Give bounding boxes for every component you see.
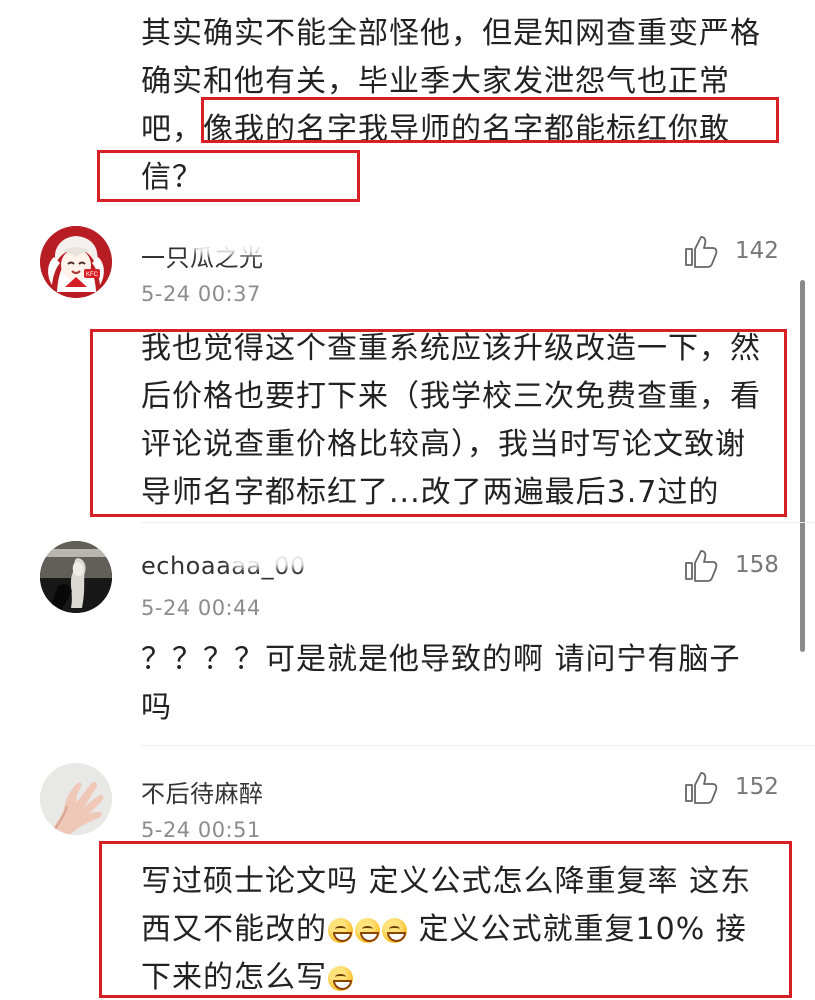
- dark-photo-avatar-icon: [40, 541, 112, 613]
- top-comment-highlight-text-1: 像我的名字我导师的名字都能标红你敢: [203, 112, 730, 147]
- comment-3-time: 5-24 00:51: [141, 818, 261, 842]
- divider-2: [141, 745, 815, 746]
- scrollbar[interactable]: [800, 280, 805, 652]
- comment-1-line-4: 导师名字都标红了...改了两遍最后3.7过的: [141, 475, 720, 510]
- comment-3-like-count: 152: [735, 774, 779, 800]
- comment-3-line-3: 下来的怎么写: [141, 954, 791, 1000]
- comment-1-line-2: 后价格也要打下来（我学校三次免费查重，看: [141, 379, 761, 414]
- comment-thread-screen: 其实确实不能全部怪他，但是知网查重变严格 确实和他有关，毕业季大家发泄怨气也正常…: [0, 0, 815, 1000]
- thumbs-up-icon: [685, 236, 718, 268]
- top-comment-line-3: 吧，像我的名字我导师的名字都能标红你敢: [141, 106, 791, 154]
- comment-1-body: 我也觉得这个查重系统应该升级改造一下，然 后价格也要打下来（我学校三次免费查重，…: [141, 325, 791, 517]
- divider-1: [141, 522, 815, 523]
- kfc-anime-avatar-icon: KFC: [40, 226, 112, 298]
- hand-photo-avatar-icon: [40, 763, 112, 835]
- avatar-dark-photo[interactable]: [40, 541, 112, 613]
- comment-3-line-1: 写过硕士论文吗 定义公式怎么降重复率 这东: [141, 864, 752, 899]
- comment-3-line-3-prefix: 下来的怎么写: [141, 960, 327, 995]
- comment-3-like-button[interactable]: 152: [682, 769, 779, 805]
- top-comment-line-2: 确实和他有关，毕业季大家发泄怨气也正常: [141, 64, 730, 99]
- comment-2-body: ？？？？可是就是他导致的啊 请问宁有脑子 吗: [141, 636, 791, 732]
- comment-3-username-obscurer: [143, 760, 273, 777]
- avatar-hand-photo[interactable]: [40, 763, 112, 835]
- comment-1-username-obscurer: [190, 226, 318, 255]
- top-comment-line-4: 信？: [141, 160, 203, 195]
- comment-1-like-button[interactable]: 142: [682, 233, 779, 269]
- top-comment-body: 其实确实不能全部怪他，但是知网查重变严格 确实和他有关，毕业季大家发泄怨气也正常…: [141, 10, 791, 202]
- comment-2-line-2: 吗: [141, 690, 172, 725]
- comment-1-line-3: 评论说查重价格比较高），我当时写论文致谢: [141, 427, 746, 462]
- comment-2-username-obscurer: [226, 540, 334, 568]
- comment-2-like-button[interactable]: 158: [682, 547, 779, 583]
- comment-2-line-1: ？？？？可是就是他导致的啊 请问宁有脑子: [141, 642, 741, 677]
- top-comment-line-3-prefix: 吧，: [141, 112, 203, 147]
- thumbs-up-icon: [685, 772, 718, 804]
- avatar-kfc[interactable]: KFC: [40, 226, 112, 298]
- thumbs-up-icon: [685, 550, 718, 582]
- comment-1-line-1: 我也觉得这个查重系统应该升级改造一下，然: [141, 331, 761, 366]
- comment-2-time: 5-24 00:44: [141, 596, 261, 620]
- comment-3-line-2-prefix: 西又不能改的: [141, 912, 327, 947]
- grinning-sweat-emoji-icon: [328, 966, 353, 991]
- comment-3-body: 写过硕士论文吗 定义公式怎么降重复率 这东 西又不能改的 定义公式就重复10% …: [141, 858, 791, 1000]
- comment-3-line-2: 西又不能改的 定义公式就重复10% 接: [141, 906, 791, 954]
- comment-1-like-count: 142: [735, 238, 779, 264]
- comment-3-username[interactable]: 不后待麻醉: [141, 774, 264, 809]
- grinning-sweat-emoji-icon: [355, 918, 380, 943]
- svg-text:KFC: KFC: [86, 272, 99, 278]
- comment-2-like-count: 158: [735, 552, 779, 578]
- comment-1-time: 5-24 00:37: [141, 282, 261, 306]
- grinning-sweat-emoji-icon: [328, 918, 353, 943]
- top-comment-line-1: 其实确实不能全部怪他，但是知网查重变严格: [141, 16, 761, 51]
- comment-3-line-2-suffix: 定义公式就重复10% 接: [408, 912, 747, 947]
- grinning-sweat-emoji-icon: [382, 918, 407, 943]
